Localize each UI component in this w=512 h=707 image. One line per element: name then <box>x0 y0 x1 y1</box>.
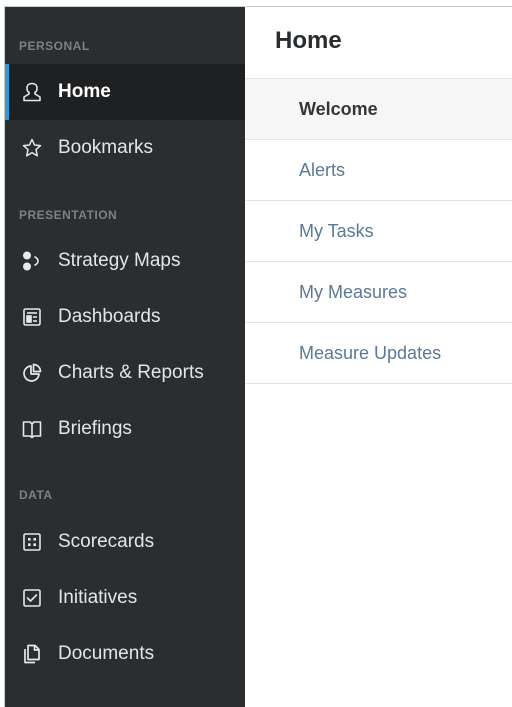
documents-icon <box>21 643 43 665</box>
sidebar-item-label: Documents <box>58 643 155 664</box>
menu-item-my-measures[interactable]: My Measures <box>245 262 512 323</box>
sidebar-item-label: Dashboards <box>58 306 161 327</box>
page-title: Home <box>275 27 342 54</box>
sidebar-item-dashboards[interactable]: Dashboards <box>5 289 245 345</box>
book-icon <box>21 418 43 440</box>
sidebar-item-charts-reports[interactable]: Charts & Reports <box>5 345 245 401</box>
sidebar-item-label: Home <box>58 81 111 102</box>
home-menu: Welcome Alerts My Tasks My Measures Meas… <box>245 78 512 384</box>
section-label-presentation: PRESENTATION <box>19 208 118 222</box>
menu-item-welcome[interactable]: Welcome <box>245 79 512 140</box>
checkbox-icon <box>21 587 43 609</box>
sidebar-item-bookmarks[interactable]: Bookmarks <box>5 120 245 176</box>
sidebar-item-home[interactable]: Home <box>5 64 245 120</box>
pie-chart-icon <box>21 362 43 384</box>
star-icon <box>21 137 43 159</box>
sidebar-item-label: Scorecards <box>58 531 155 552</box>
sidebar-item-scorecards[interactable]: Scorecards <box>5 514 245 570</box>
sidebar-item-strategy-maps[interactable]: Strategy Maps <box>5 233 245 289</box>
dashboard-icon <box>21 306 43 328</box>
sidebar-item-label: Briefings <box>58 418 132 439</box>
sidebar-item-initiatives[interactable]: Initiatives <box>5 570 245 626</box>
user-icon <box>21 81 43 103</box>
menu-item-measure-updates[interactable]: Measure Updates <box>245 323 512 384</box>
sidebar-item-label: Charts & Reports <box>58 362 204 383</box>
section-label-data: DATA <box>19 488 53 502</box>
menu-item-alerts[interactable]: Alerts <box>245 140 512 201</box>
sidebar-item-label: Strategy Maps <box>58 250 181 271</box>
sidebar-item-label: Initiatives <box>58 587 138 608</box>
section-label-personal: PERSONAL <box>19 39 90 53</box>
menu-item-my-tasks[interactable]: My Tasks <box>245 201 512 262</box>
scorecard-icon <box>21 531 43 553</box>
main-panel: Home Welcome Alerts My Tasks My Measures… <box>245 7 512 707</box>
sidebar: PERSONAL Home Bookmarks PRESENTATION Str… <box>5 7 245 707</box>
sidebar-item-briefings[interactable]: Briefings <box>5 401 245 457</box>
sidebar-item-label: Bookmarks <box>58 137 154 158</box>
app-window: PERSONAL Home Bookmarks PRESENTATION Str… <box>4 6 512 707</box>
strategy-map-icon <box>21 250 43 272</box>
sidebar-item-documents[interactable]: Documents <box>5 626 245 682</box>
